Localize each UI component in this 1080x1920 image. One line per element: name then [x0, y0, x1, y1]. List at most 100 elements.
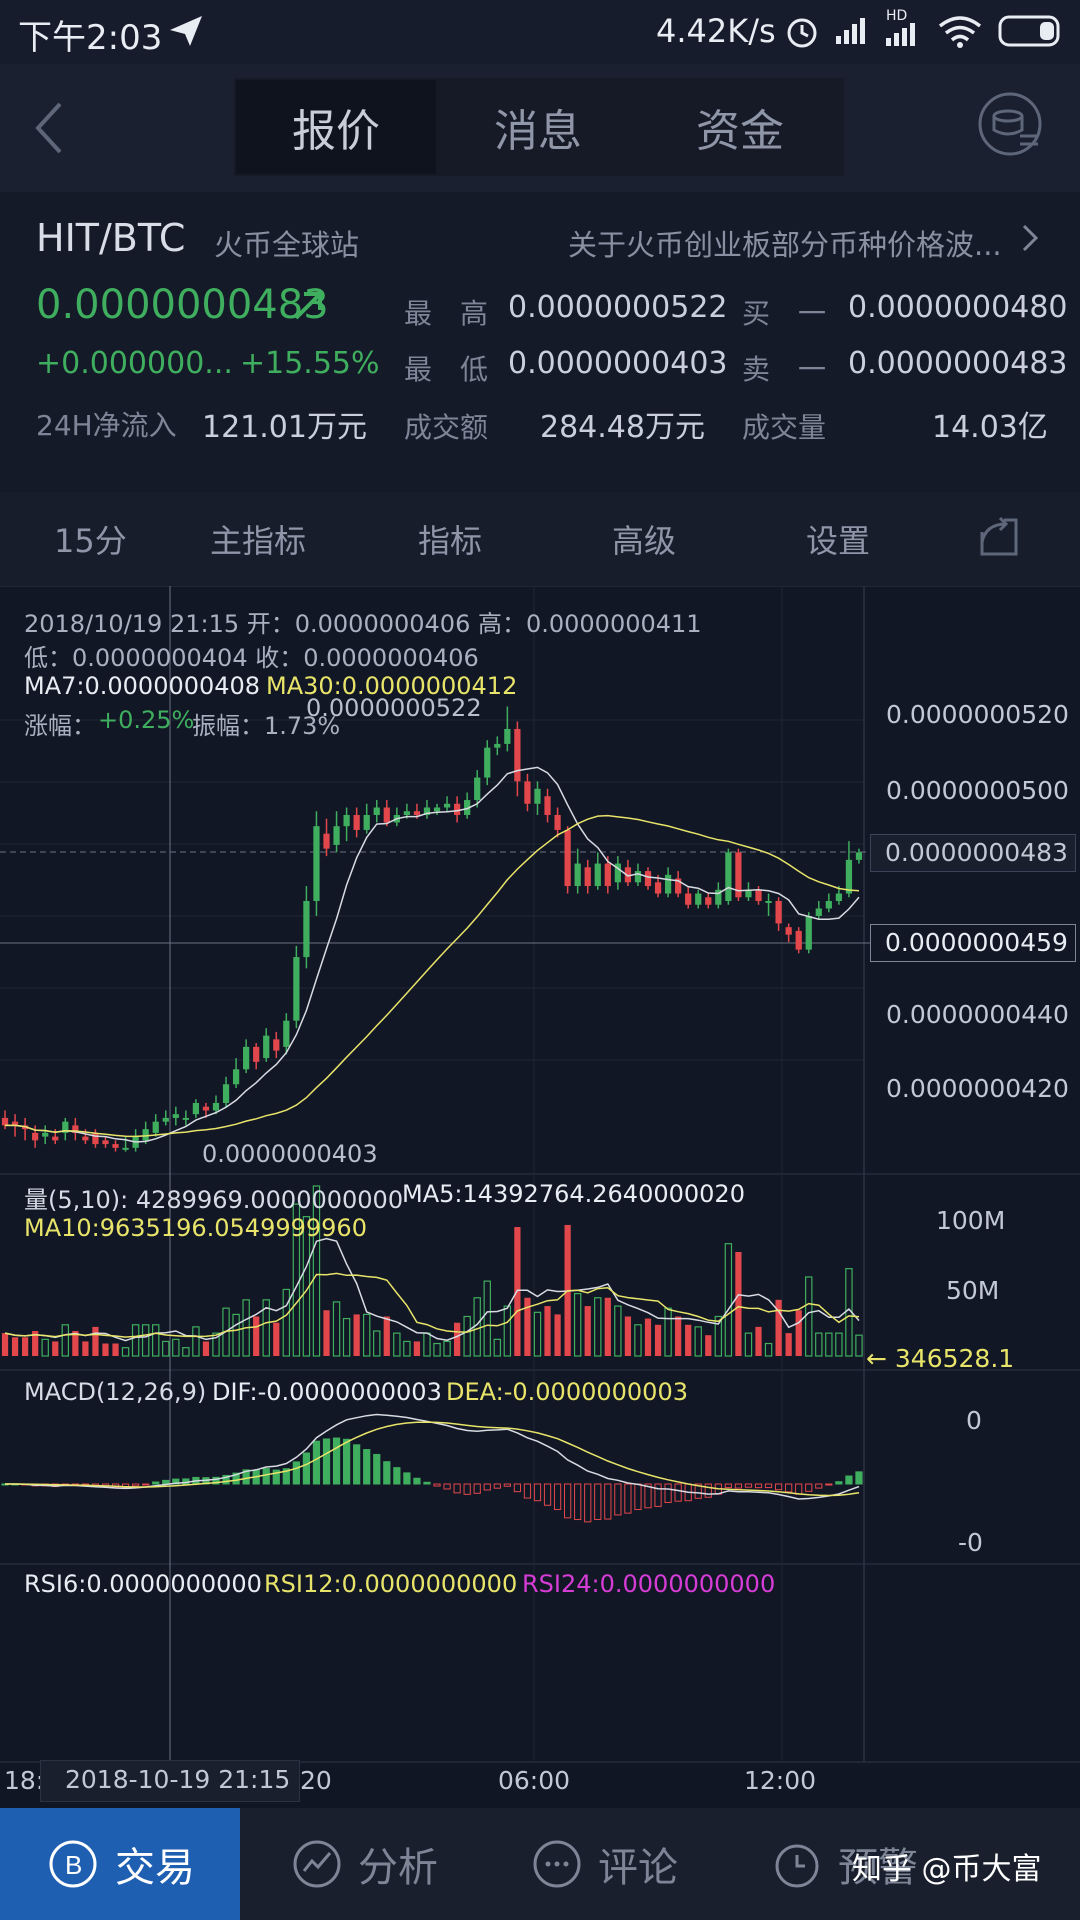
macd-histogram-bar [302, 1452, 311, 1485]
volume-bar [52, 1341, 59, 1356]
change-value: +0.25% [98, 706, 195, 734]
volume-bar [393, 1332, 401, 1357]
share-icon[interactable] [976, 514, 1022, 560]
crosshair-time: 2018-10-19 21:15 [65, 1765, 291, 1794]
nav-analysis[interactable]: 分析 [244, 1808, 484, 1920]
macd-histogram-bar [815, 1483, 823, 1489]
volume-bar [573, 1292, 582, 1357]
volume-bar [544, 1306, 551, 1356]
coins-icon[interactable] [976, 90, 1048, 162]
candle-body [363, 814, 370, 830]
macd-axis-label: 0 [966, 1406, 982, 1435]
advanced-button[interactable]: 高级 [612, 516, 676, 562]
macd-histogram-bar [795, 1483, 803, 1495]
candle-body [403, 811, 410, 815]
candle-body [433, 807, 441, 812]
back-icon[interactable] [32, 100, 66, 156]
candle-body [273, 1039, 280, 1051]
macd-histogram-bar [614, 1483, 622, 1516]
chart-area[interactable]: 2018/10/19 21:15 开：0.0000000406 高：0.0000… [0, 586, 1080, 1802]
indicator-button[interactable]: 指标 [418, 516, 482, 562]
nav-trade[interactable]: B 交易 [0, 1808, 240, 1920]
svg-text:B: B [65, 1850, 82, 1880]
candle-body [152, 1121, 159, 1133]
volume-bar [463, 1315, 471, 1357]
volume-bar [654, 1324, 662, 1356]
nav-trade-label: 交易 [115, 1845, 195, 1891]
candle-body [263, 1035, 270, 1059]
candle-body [32, 1132, 39, 1141]
change-pct: +15.55% [240, 346, 380, 381]
volume-bar [685, 1324, 692, 1356]
volume-bar [141, 1324, 150, 1357]
volume-bar [373, 1330, 381, 1357]
notice-link[interactable]: 关于火币创业板部分币种价格波... [568, 222, 1002, 264]
macd-histogram-bar [724, 1483, 732, 1489]
macd-histogram-bar [262, 1468, 270, 1485]
settings-button[interactable]: 设置 [806, 516, 870, 562]
macd-histogram-bar [805, 1483, 813, 1492]
volume-bar [493, 1338, 502, 1357]
volume-bar [755, 1326, 762, 1356]
nav-comment[interactable]: 评论 [484, 1808, 724, 1920]
volume-bar [353, 1314, 360, 1356]
macd-histogram-bar [473, 1483, 481, 1494]
volume-bar [131, 1324, 140, 1357]
candle-body [825, 901, 832, 909]
volume-bar [61, 1324, 70, 1357]
candle-body [574, 863, 581, 887]
volume-bar [383, 1316, 390, 1356]
candle-body [162, 1117, 169, 1122]
volume-bar [82, 1341, 89, 1356]
candle-body [584, 867, 591, 887]
volume-bar [282, 1288, 291, 1357]
tab-news[interactable]: 消息 [438, 80, 638, 174]
main-indicator-button[interactable]: 主指标 [210, 516, 306, 562]
candle-body [815, 908, 822, 916]
candle-body [685, 893, 692, 905]
volume-current-value: 346528.1 [894, 1344, 1015, 1373]
bottom-nav: B 交易 分析 评论 预警 知乎 @币大富 [0, 1808, 1080, 1920]
macd-histogram-bar [744, 1483, 753, 1488]
candle-body [52, 1136, 59, 1141]
macd-histogram-bar [785, 1483, 793, 1493]
volume-label: 成交量 [742, 411, 827, 444]
tab-quote[interactable]: 报价 [236, 80, 436, 174]
volume-bar [584, 1306, 591, 1356]
inflow-label: 24H净流入 [36, 409, 177, 442]
change-label: 涨幅： [24, 712, 96, 740]
turnover-value: 284.48万元 [540, 410, 705, 445]
candle-body [243, 1046, 250, 1070]
volume-bar [403, 1340, 411, 1357]
comment-icon [533, 1840, 581, 1888]
macd-histogram-bar [825, 1483, 833, 1486]
candle-body [765, 901, 772, 903]
rsi24-value: RSI24:0.0000000000 [522, 1570, 776, 1598]
macd-dif: DIF:-0.0000000003 [212, 1378, 442, 1406]
interval-selector[interactable]: 15分 [54, 516, 127, 562]
macd-histogram-bar [624, 1483, 632, 1514]
candle-info-line2: 低：0.0000000404 收：0.0000000406 [24, 644, 479, 672]
macd-histogram-bar [423, 1481, 431, 1485]
high-label: 最 高 [404, 297, 489, 330]
volume-bar [624, 1316, 632, 1356]
macd-histogram-bar [342, 1438, 351, 1485]
trade-icon: B [49, 1840, 97, 1888]
high-value: 0.0000000522 [508, 290, 728, 325]
candle-body [504, 728, 511, 744]
time-axis-label: 12:00 [744, 1766, 817, 1795]
volume-bar [121, 1347, 130, 1357]
ma7-value: MA7:0.0000000408 [24, 672, 261, 700]
candle-body [634, 871, 642, 883]
candle-body [654, 882, 662, 894]
tab-funds[interactable]: 资金 [640, 80, 840, 174]
macd-histogram-bar [413, 1477, 421, 1485]
volume-bar [102, 1343, 109, 1356]
buy1-value: 0.0000000480 [848, 290, 1068, 325]
low-marker-label: 0.0000000403 [202, 1140, 378, 1168]
watermark: 知乎 @币大富 [852, 1852, 1042, 1887]
volume-bar [594, 1297, 602, 1357]
macd-histogram-bar [453, 1483, 461, 1494]
status-bar: 下午2:03 4.42K/s HD [0, 0, 1080, 64]
volume-bar [41, 1338, 49, 1357]
